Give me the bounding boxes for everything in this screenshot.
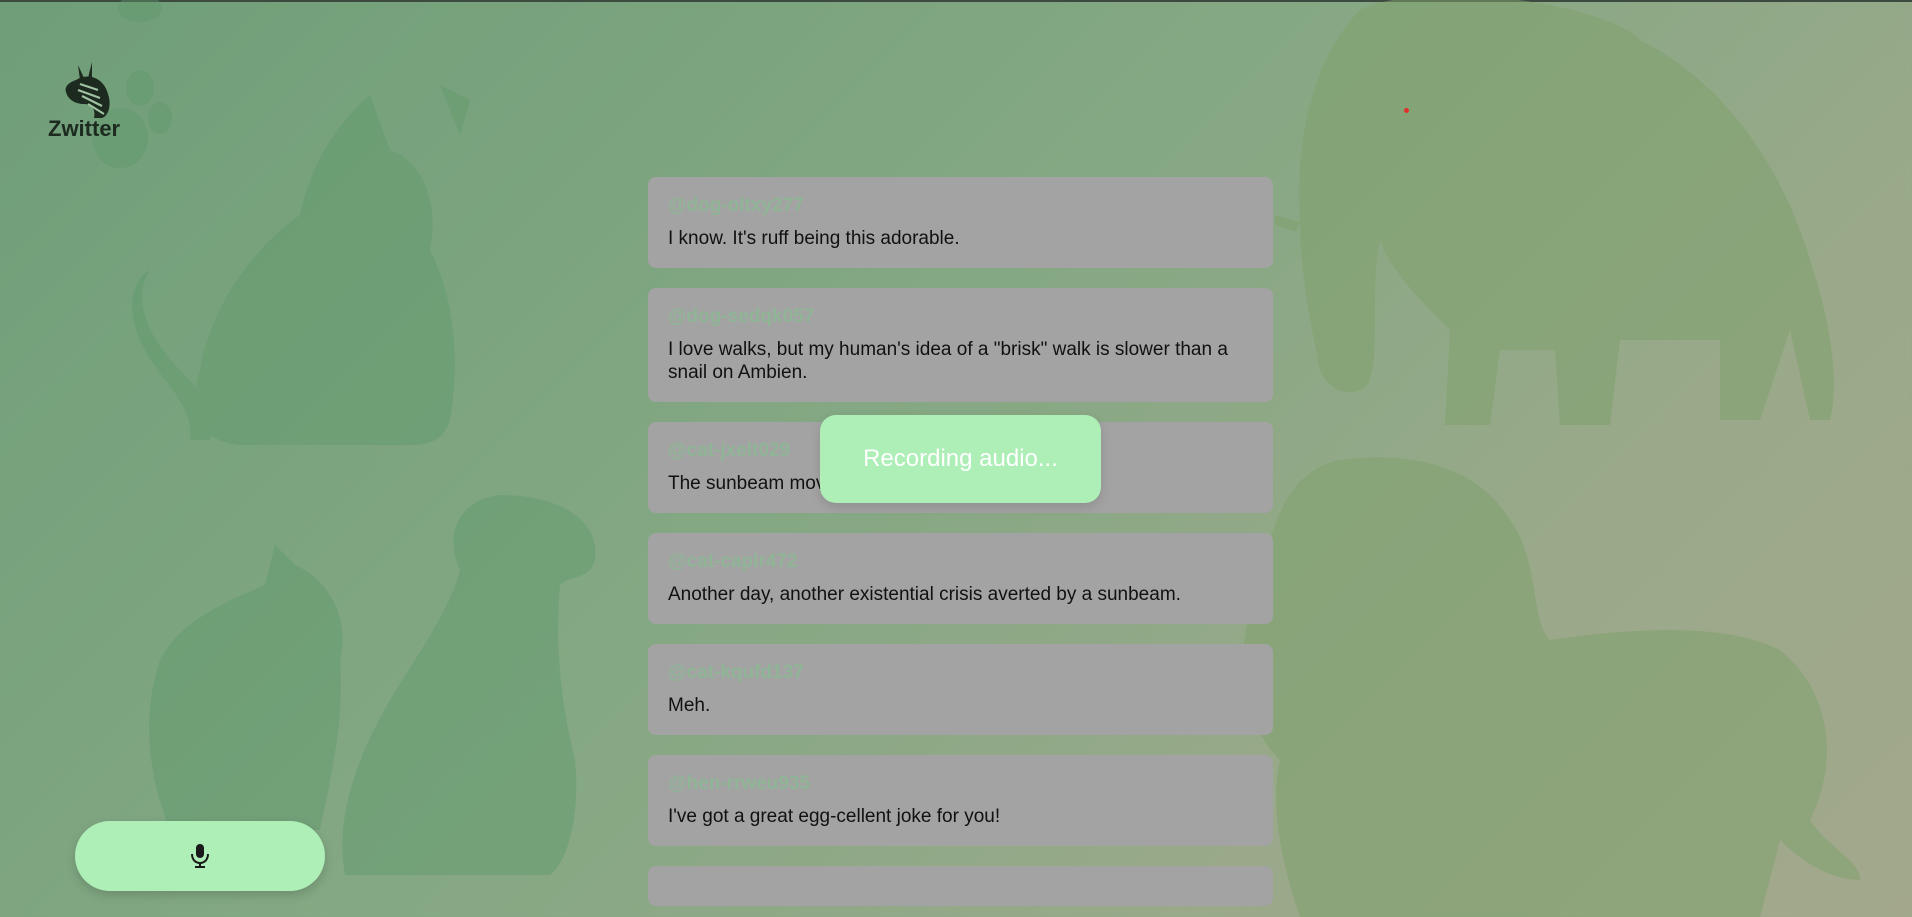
post-card[interactable]: @cat-kqufd137 Meh. — [648, 644, 1273, 735]
record-audio-button[interactable] — [75, 821, 325, 891]
post-handle[interactable]: @hen-rrweu935 — [668, 773, 1253, 795]
post-text: Meh. — [668, 695, 711, 716]
post-card[interactable]: @dog-oltxy277 I know. It's ruff being th… — [648, 177, 1273, 268]
post-card[interactable]: @dog-sedqk057 I love walks, but my human… — [648, 288, 1273, 402]
post-text: I've got a great egg-cellent joke for yo… — [668, 806, 1001, 827]
recording-toast: Recording audio... — [820, 415, 1101, 503]
app-name: Zwitter — [48, 116, 121, 141]
red-dot-marker — [1404, 108, 1409, 113]
post-handle[interactable]: @cat-caplr472 — [668, 551, 1253, 573]
post-handle[interactable]: @dog-oltxy277 — [668, 195, 1253, 217]
toast-message: Recording audio... — [863, 445, 1058, 472]
lion-silhouette — [1242, 457, 1860, 917]
dog-silhouette — [342, 495, 596, 875]
app-logo[interactable]: Zwitter — [48, 60, 178, 170]
zebra-logo-icon — [65, 62, 110, 118]
elephant-silhouette — [1299, 0, 1834, 425]
post-handle[interactable]: @cat-kqufd137 — [668, 662, 1253, 684]
post-text: Another day, another existential crisis … — [668, 584, 1181, 605]
post-text: I know. It's ruff being this adorable. — [668, 228, 960, 249]
cat-silhouette — [132, 95, 455, 446]
post-card[interactable]: @hen-rrweu935 I've got a great egg-celle… — [648, 755, 1273, 846]
post-card[interactable]: @cat-caplr472 Another day, another exist… — [648, 533, 1273, 624]
microphone-icon — [191, 844, 209, 868]
post-feed: @dog-oltxy277 I know. It's ruff being th… — [648, 177, 1273, 917]
post-card-partial[interactable] — [648, 866, 1273, 906]
small-cat-silhouette — [149, 545, 343, 830]
post-text: I love walks, but my human's idea of a "… — [668, 339, 1228, 383]
post-handle[interactable]: @dog-sedqk057 — [668, 306, 1253, 328]
